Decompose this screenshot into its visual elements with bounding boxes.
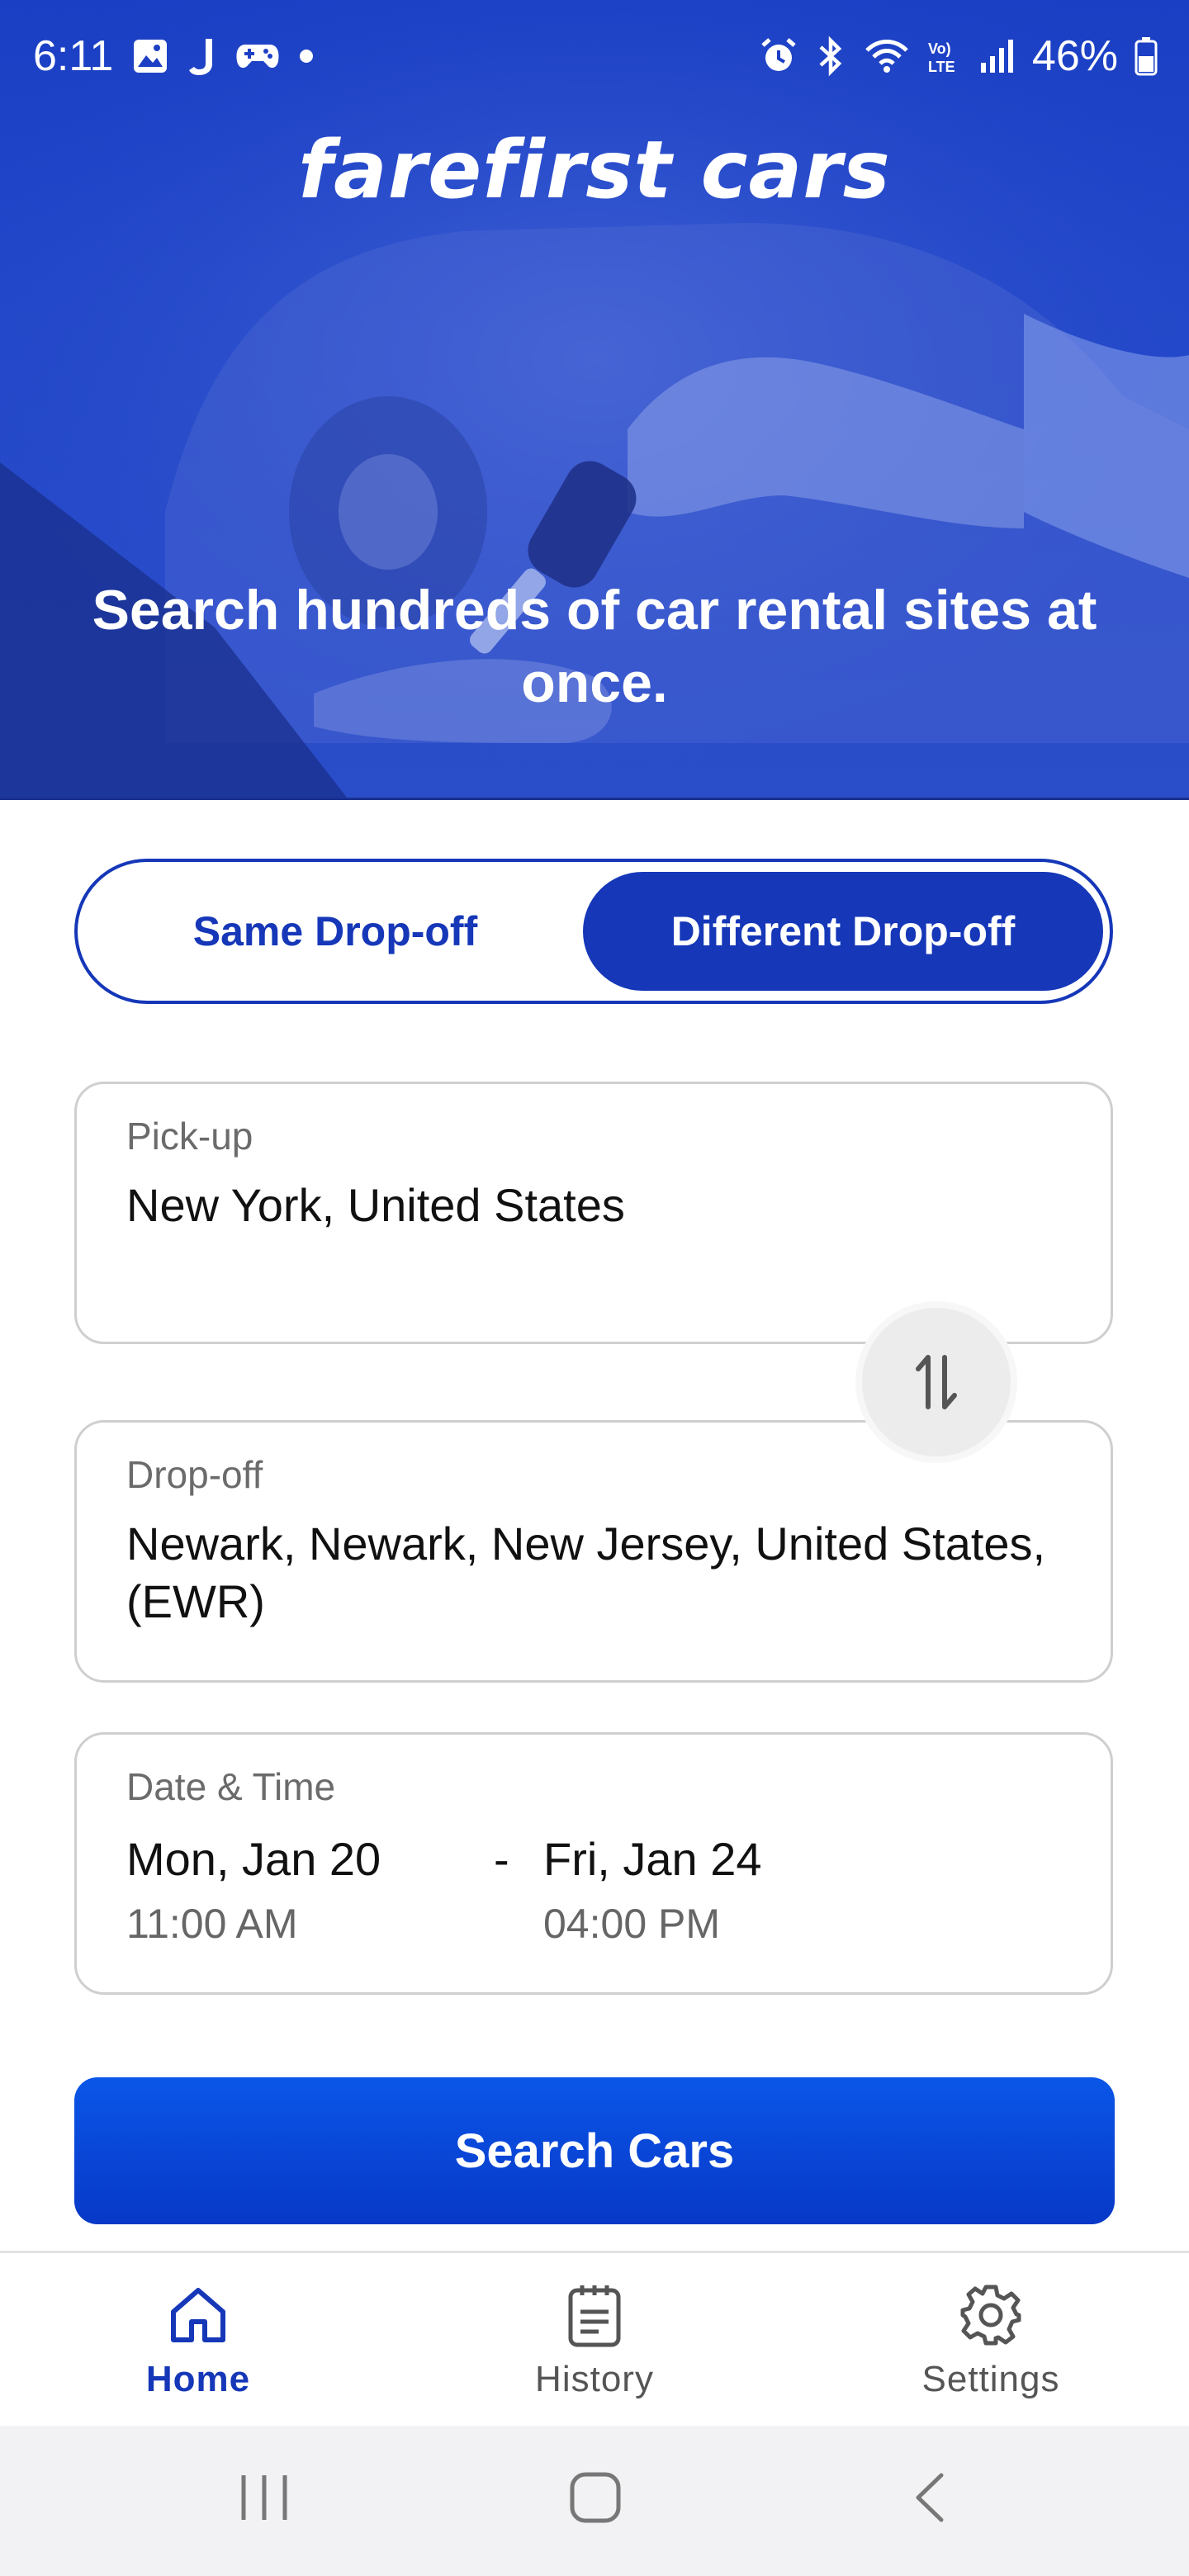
battery-percent: 46% (1031, 32, 1118, 80)
brand-logo: farefirst cars (298, 124, 891, 216)
recents-icon[interactable] (235, 2469, 293, 2526)
home-icon (171, 2288, 225, 2342)
nav-history-label: History (535, 2359, 654, 2399)
home-circle-icon[interactable] (568, 2469, 623, 2526)
dropoff-mode-toggle: Same Drop-off Different Drop-off (74, 859, 1113, 1004)
alarm-icon (761, 38, 796, 71)
status-time: 6:11 (33, 32, 114, 80)
nav-settings[interactable]: Settings (867, 2278, 1115, 2418)
gamepad-icon (236, 45, 279, 69)
svg-text:Vo): Vo) (928, 40, 951, 57)
bottom-nav: Home History Settings (0, 2251, 1189, 2428)
pickup-date: Mon, Jan 20 (126, 1833, 381, 1885)
dropoff-date: Fri, Jan 24 (543, 1833, 762, 1885)
pickup-value: New York, United States (126, 1179, 625, 1231)
dropoff-label: Drop-off (126, 1453, 263, 1496)
nav-home[interactable]: Home (74, 2278, 322, 2418)
volte-icon: Vo) LTE (928, 40, 955, 75)
back-icon[interactable] (908, 2469, 950, 2526)
swap-locations-button[interactable] (855, 1301, 1017, 1463)
swap-arrows-icon (916, 1355, 957, 1409)
dropoff-time: 04:00 PM (543, 1901, 721, 1947)
signal-icon (980, 40, 1013, 73)
hero-tagline: Search hundreds of car rental sites at o… (92, 579, 1097, 714)
nav-home-label: Home (145, 2359, 251, 2399)
system-navigation-bar (0, 2426, 1189, 2576)
date-time-field[interactable]: Date & Time Mon, Jan 20 - Fri, Jan 24 11… (74, 1732, 1113, 1995)
dot-icon (300, 50, 314, 63)
gallery-icon (134, 40, 168, 73)
pickup-time: 11:00 AM (126, 1901, 298, 1947)
wifi-icon (865, 40, 908, 73)
different-dropoff-option[interactable]: Different Drop-off (583, 872, 1103, 991)
battery-icon (1135, 37, 1158, 76)
search-cars-button[interactable]: Search Cars (74, 2077, 1115, 2224)
dropoff-value: Newark, Newark, New Jersey, United State… (126, 1518, 1046, 1627)
pickup-label: Pick-up (126, 1115, 253, 1158)
gear-icon (960, 2285, 1021, 2346)
j-app-icon (189, 39, 213, 75)
nav-history[interactable]: History (471, 2278, 718, 2418)
status-bar: 6:11 Vo) LTE 46% (0, 0, 1189, 116)
same-dropoff-option[interactable]: Same Drop-off (88, 872, 583, 991)
date-separator: - (494, 1833, 509, 1885)
date-time-label: Date & Time (126, 1765, 336, 1808)
notepad-icon (568, 2285, 621, 2347)
nav-settings-label: Settings (921, 2359, 1060, 2399)
svg-text:LTE: LTE (928, 59, 955, 75)
hero-banner: 6:11 Vo) LTE 46% farefirst cars Search hu… (0, 0, 1189, 800)
bluetooth-icon (819, 36, 842, 77)
